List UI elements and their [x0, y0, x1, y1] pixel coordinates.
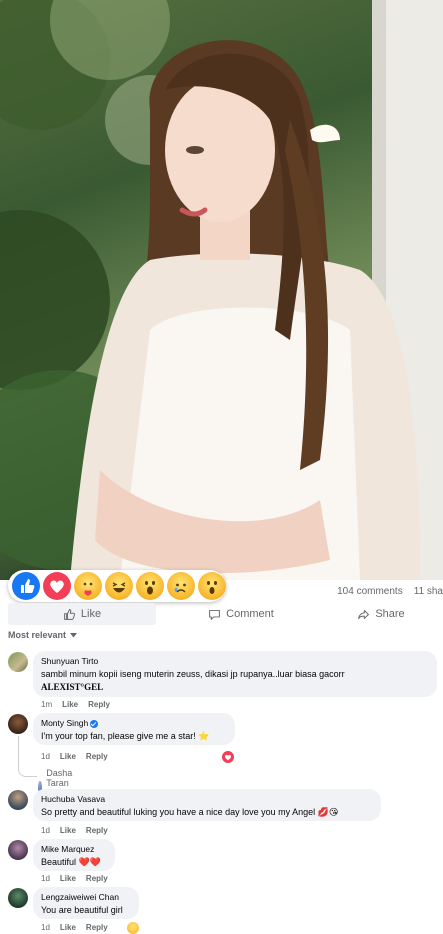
comment-reply-link[interactable]: Reply: [86, 826, 108, 835]
comment-meta: 1d Like Reply: [41, 923, 108, 932]
thread-connector: [18, 736, 37, 777]
share-icon: [358, 609, 370, 619]
comment-like-link[interactable]: Like: [60, 923, 76, 932]
comment-meta: 1d Like Reply: [41, 752, 108, 761]
comment-sort-dropdown[interactable]: Most relevant: [8, 630, 78, 640]
comment-meta: 1d Like Reply: [41, 874, 108, 883]
comment-button[interactable]: Comment: [166, 603, 316, 625]
comment-reply-link[interactable]: Reply: [86, 923, 108, 932]
comment-meta: 1m Like Reply: [41, 700, 110, 709]
comment-text-extra: ALEXIST°GEL: [41, 682, 104, 692]
love-reaction-icon[interactable]: [43, 572, 71, 600]
verified-badge-icon: [90, 719, 99, 728]
comment-time[interactable]: 1d: [41, 923, 50, 932]
comment-like-link[interactable]: Like: [60, 826, 76, 835]
comment-like-link[interactable]: Like: [60, 874, 76, 883]
comment-bubble: Mike Marquez Beautiful ❤️❤️: [33, 839, 115, 871]
share-count[interactable]: 11 sha: [414, 586, 443, 597]
avatar[interactable]: [8, 888, 28, 908]
comment-author[interactable]: Lengzaiweiwei Chan: [41, 891, 131, 904]
care-reaction-icon[interactable]: [74, 572, 102, 600]
avatar[interactable]: [8, 652, 28, 672]
chevron-down-icon: [70, 632, 78, 637]
comment-time[interactable]: 1d: [41, 826, 50, 835]
like-button-label: Like: [80, 608, 102, 620]
comment-button-label: Comment: [226, 608, 274, 620]
comment-bubble: Shunyuan Tirto sambil minum kopii iseng …: [33, 651, 437, 697]
wow-reaction-icon[interactable]: [136, 572, 164, 600]
comment-reply-link[interactable]: Reply: [86, 874, 108, 883]
post-actions: Like Comment Share: [8, 603, 443, 625]
comment-bubble: Monty Singh I'm your top fan, please giv…: [33, 713, 235, 745]
comment-icon: [209, 609, 221, 620]
comment-reply-link[interactable]: Reply: [88, 700, 110, 709]
post-stats: 104 comments 11 sha: [337, 586, 443, 597]
wow-reaction-icon-2[interactable]: [198, 572, 226, 600]
love-reaction-icon[interactable]: [221, 750, 235, 764]
share-button[interactable]: Share: [326, 603, 436, 625]
comment-time[interactable]: 1d: [41, 874, 50, 883]
sad-reaction-icon[interactable]: [167, 572, 195, 600]
thumbs-up-icon: [64, 608, 75, 620]
avatar[interactable]: [8, 790, 28, 810]
like-reaction-icon[interactable]: [12, 572, 40, 600]
comment-time[interactable]: 1m: [41, 700, 52, 709]
comment-time[interactable]: 1d: [41, 752, 50, 761]
avatar[interactable]: [8, 714, 28, 734]
comment-text: You are beautiful girl: [41, 905, 123, 915]
comment-bubble: Lengzaiweiwei Chan You are beautiful gir…: [33, 887, 139, 919]
share-button-label: Share: [375, 608, 405, 620]
haha-reaction-icon[interactable]: [127, 922, 139, 934]
sort-label: Most relevant: [8, 630, 67, 640]
photo-illustration: [0, 0, 443, 580]
comment-author[interactable]: Monty Singh: [41, 717, 227, 730]
like-button[interactable]: Like: [8, 603, 156, 625]
comment-bubble: Huchuba Vasava So pretty and beautiful l…: [33, 789, 381, 821]
comment-like-link[interactable]: Like: [60, 752, 76, 761]
comment-author[interactable]: Mike Marquez: [41, 843, 107, 856]
reaction-picker[interactable]: [8, 570, 226, 602]
comment-text: Beautiful ❤️❤️: [41, 857, 101, 867]
comment-author[interactable]: Huchuba Vasava: [41, 793, 373, 806]
comment-meta: 1d Like Reply: [41, 826, 108, 835]
avatar[interactable]: [8, 840, 28, 860]
comment-text: I'm your top fan, please give me a star!…: [41, 731, 210, 741]
post-photo[interactable]: [0, 0, 443, 580]
haha-reaction-icon[interactable]: [105, 572, 133, 600]
comment-text: sambil minum kopii iseng muterin zeuss, …: [41, 669, 345, 679]
comment-text: So pretty and beautiful luking you have …: [41, 807, 339, 817]
comment-count[interactable]: 104 comments: [337, 586, 403, 597]
comment-reply-link[interactable]: Reply: [86, 752, 108, 761]
comment-like-link[interactable]: Like: [62, 700, 78, 709]
comment-author[interactable]: Shunyuan Tirto: [41, 655, 429, 668]
